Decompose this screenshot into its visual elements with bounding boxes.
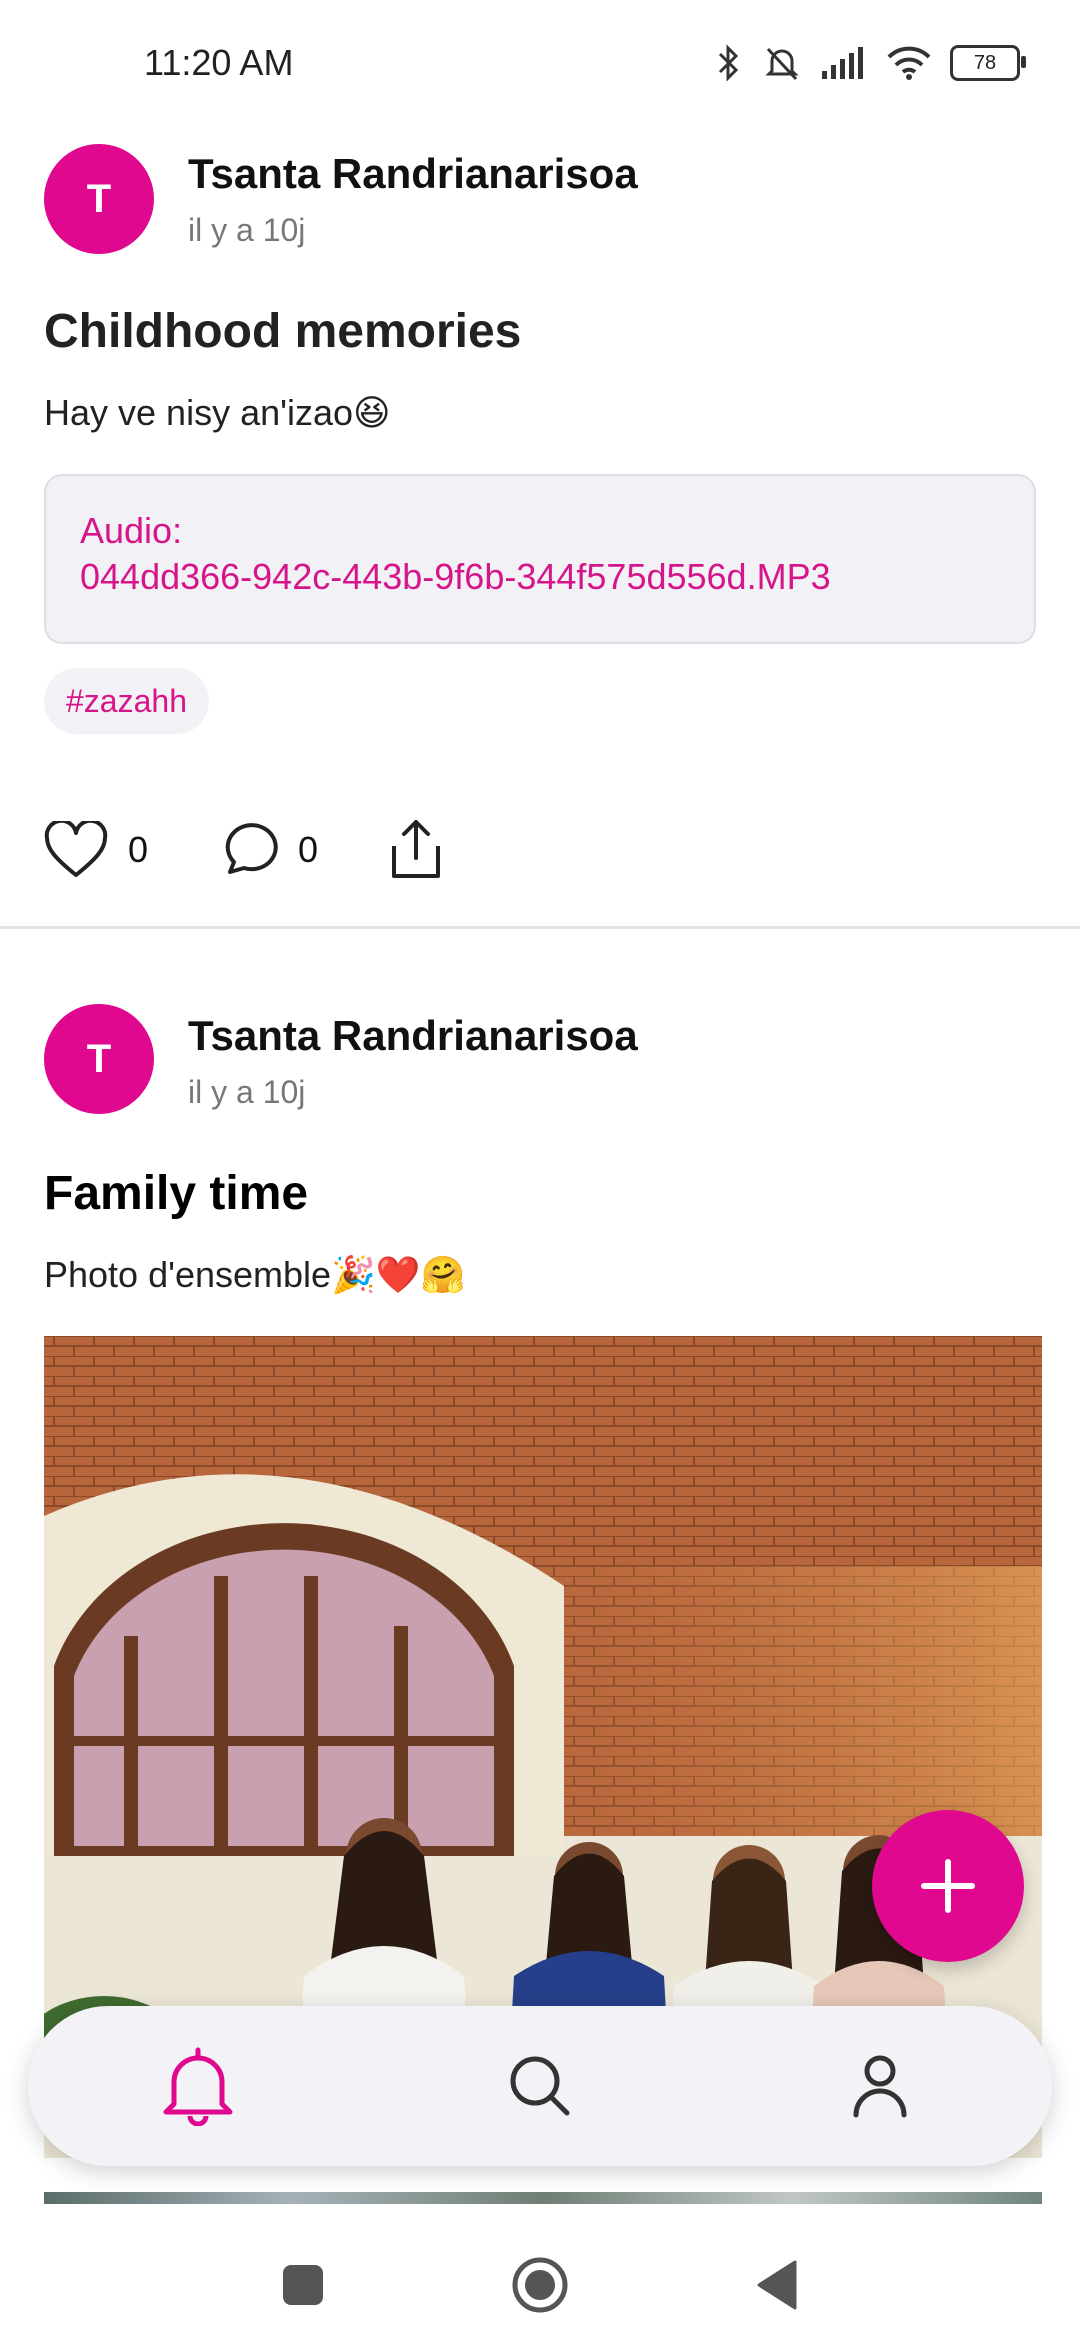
hashtag-chip[interactable]: #zazahh bbox=[44, 668, 209, 734]
share-icon bbox=[392, 820, 441, 878]
like-button[interactable]: 0 bbox=[44, 821, 148, 879]
share-button[interactable] bbox=[388, 818, 444, 882]
mute-bell-icon bbox=[765, 47, 799, 81]
audio-filename: 044dd366-942c-443b-9f6b-344f575d556d.MP3 bbox=[80, 556, 831, 597]
profile-icon bbox=[853, 2055, 907, 2118]
signal-icon bbox=[822, 47, 863, 79]
heart-icon bbox=[44, 821, 108, 877]
bluetooth-icon bbox=[718, 44, 739, 82]
back-triangle-icon bbox=[757, 2260, 797, 2310]
post-author[interactable]: Tsanta Randrianarisoa bbox=[188, 1012, 638, 1060]
comment-count: 0 bbox=[298, 829, 319, 870]
post-actions: 0 0 bbox=[44, 812, 444, 888]
nav-search[interactable] bbox=[500, 2046, 580, 2126]
next-photo-preview bbox=[44, 2192, 1042, 2204]
post-body: Hay ve nisy an'izao😆 bbox=[44, 392, 391, 433]
back-button[interactable] bbox=[742, 2250, 812, 2320]
post-divider bbox=[0, 926, 1080, 929]
audio-attachment[interactable]: Audio: 044dd366-942c-443b-9f6b-344f575d5… bbox=[44, 474, 1036, 644]
post-title: Family time bbox=[44, 1167, 309, 1220]
post-title: Childhood memories bbox=[44, 305, 522, 358]
search-icon bbox=[510, 2056, 570, 2116]
avatar[interactable]: T bbox=[44, 144, 154, 254]
comment-button[interactable]: 0 bbox=[218, 820, 318, 880]
post-time: il y a 10j bbox=[188, 212, 306, 248]
nav-profile[interactable] bbox=[840, 2046, 920, 2126]
home-circle-icon bbox=[512, 2257, 568, 2313]
system-nav-bar bbox=[0, 2210, 1080, 2340]
square-icon bbox=[283, 2265, 323, 2305]
plus-icon bbox=[921, 1859, 975, 1913]
status-bar: 11:20 AM 78 bbox=[0, 0, 1080, 130]
comment-icon bbox=[225, 823, 278, 874]
nav-notifications[interactable] bbox=[158, 2046, 238, 2126]
recents-button[interactable] bbox=[268, 2250, 338, 2320]
avatar[interactable]: T bbox=[44, 1004, 154, 1114]
battery-indicator: 78 bbox=[950, 45, 1026, 81]
home-button[interactable] bbox=[505, 2250, 575, 2320]
status-time: 11:20 AM bbox=[144, 42, 294, 83]
bell-icon bbox=[163, 2047, 233, 2126]
like-count: 0 bbox=[128, 829, 149, 870]
post-body: Photo d'ensemble🎉❤️🤗 bbox=[44, 1254, 466, 1295]
bottom-nav bbox=[28, 2006, 1052, 2166]
wifi-icon bbox=[887, 46, 931, 80]
post-time: il y a 10j bbox=[188, 1074, 306, 1110]
status-icons: 78 bbox=[714, 38, 1026, 88]
audio-label: Audio: bbox=[80, 510, 183, 551]
post-author[interactable]: Tsanta Randrianarisoa bbox=[188, 150, 638, 198]
create-post-button[interactable] bbox=[872, 1810, 1024, 1962]
